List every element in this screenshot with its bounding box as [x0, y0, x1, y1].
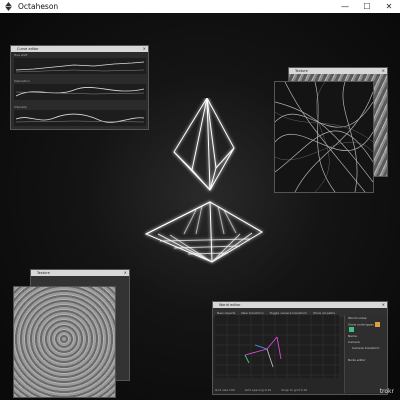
curve-row-intensity[interactable]: Intensity	[14, 105, 146, 126]
octahedron-logo-icon	[3, 1, 13, 12]
radial-texture-image	[14, 287, 115, 397]
grid-size-field[interactable]: Grid size 100	[215, 388, 235, 392]
maximize-button[interactable]: ☐	[356, 0, 378, 13]
texture-panel-titlebar[interactable]: Texture ×	[31, 270, 129, 276]
texture-panel-title: Texture	[37, 271, 50, 275]
curve-graph[interactable]	[14, 84, 146, 100]
curve-label: Intensity	[14, 105, 28, 109]
render-viewport[interactable]: Curve editor × Hue shift Saturation Inte…	[0, 13, 400, 400]
node-editor-label: Node editor	[348, 358, 366, 362]
curve-editor-titlebar[interactable]: Curve editor ×	[11, 46, 148, 52]
octahedron-wireframe	[144, 98, 263, 263]
world-editor-sidebar: World nodes Show node types Name Camera …	[344, 315, 387, 393]
app-title: Octaheson	[18, 2, 59, 11]
minimize-button[interactable]: —	[334, 0, 356, 13]
close-icon[interactable]: ×	[124, 270, 127, 276]
grid-spacing-field[interactable]: Grid spacing 0.10	[245, 388, 272, 392]
world-editor-statusbar: Grid size 100 Grid spacing 0.10 Snap to …	[215, 388, 307, 392]
watermark: trokr	[379, 388, 394, 395]
world-grid-viewport[interactable]	[215, 315, 339, 378]
show-node-types-toggle[interactable]: Show node types	[345, 321, 387, 333]
menu-new-objects[interactable]: New objects	[217, 311, 235, 315]
fibrous-texture-image	[275, 82, 373, 192]
tree-item-camera-transform[interactable]: Camera transform	[345, 345, 387, 351]
world-grid[interactable]	[215, 315, 339, 378]
close-icon[interactable]: ×	[143, 46, 146, 52]
texture-panel-title: Texture	[295, 69, 308, 73]
menu-new-transform[interactable]: New transform	[241, 311, 263, 315]
curve-row-saturation[interactable]: Saturation	[14, 79, 146, 100]
close-button[interactable]: ✕	[378, 0, 400, 13]
world-editor-title: World editor	[219, 303, 241, 307]
texture-panel-front[interactable]	[274, 81, 374, 193]
curve-row-hue[interactable]: Hue shift	[14, 53, 146, 74]
curve-graph[interactable]	[14, 58, 146, 74]
curve-label: Hue shift	[14, 53, 28, 57]
menu-toggle-camera[interactable]: Toggle camera transform	[270, 311, 308, 315]
texture-panel-radial[interactable]	[13, 286, 116, 398]
snap-to-grid-field[interactable]: Snap to grid 0.10	[281, 388, 307, 392]
curve-editor-panel[interactable]: Curve editor × Hue shift Saturation Inte…	[10, 45, 149, 130]
curve-label: Saturation	[14, 79, 30, 83]
world-editor-panel[interactable]: World editor × New objects New transform…	[212, 301, 388, 395]
curve-editor-title: Curve editor	[17, 47, 39, 51]
menu-show-paths[interactable]: Show all paths	[313, 311, 335, 315]
app-titlebar: Octaheson — ☐ ✕	[0, 0, 400, 13]
close-icon[interactable]: ×	[382, 302, 385, 308]
world-editor-titlebar[interactable]: World editor ×	[213, 302, 387, 308]
curve-graph[interactable]	[14, 110, 146, 126]
